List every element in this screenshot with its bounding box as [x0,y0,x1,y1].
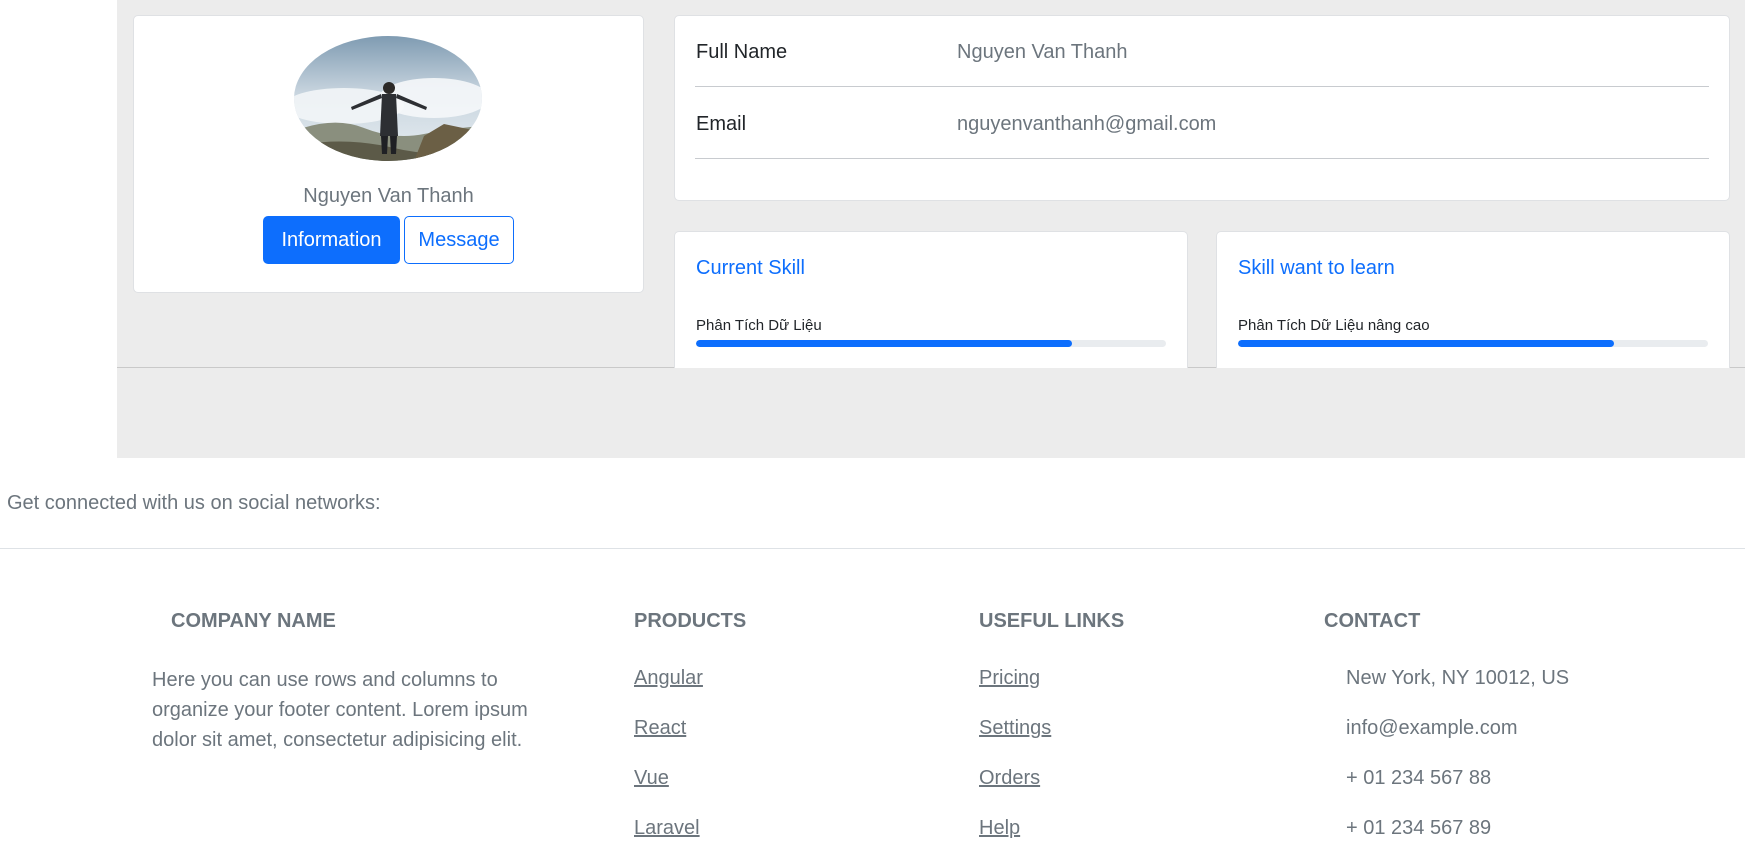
useful-link-orders[interactable]: Orders [979,767,1040,790]
profile-details-card: Full Name Nguyen Van Thanh Email nguyenv… [674,15,1730,201]
product-link-vue[interactable]: Vue [634,767,669,790]
current-skill-progress-bar [696,340,1166,347]
details-divider [695,86,1709,87]
product-link-react[interactable]: React [634,717,686,740]
current-skill-progress-fill [696,340,1072,347]
contact-phone: + 01 234 567 89 [1346,817,1492,839]
profile-card: Nguyen Van Thanh Information Message [133,15,644,293]
useful-links-heading: Useful links [979,610,1125,632]
details-divider [695,158,1709,159]
contact-phone: + 01 234 567 88 [1346,767,1492,789]
contact-heading: Contact [1324,610,1421,632]
avatar [294,36,482,161]
company-name-heading: Company name [171,610,336,632]
learn-skill-progress-fill [1238,340,1614,347]
social-networks-text: Get connected with us on social networks… [7,492,381,514]
products-heading: Products [634,610,747,632]
learn-skill-card: Skill want to learn Phân Tích Dữ Liệu nâ… [1216,231,1730,368]
product-link-laravel[interactable]: Laravel [634,817,700,840]
learn-skill-progress-bar [1238,340,1708,347]
contact-email: info@example.com [1346,717,1518,739]
footer-divider [0,548,1745,549]
useful-link-settings[interactable]: Settings [979,717,1051,740]
message-button[interactable]: Message [404,216,514,264]
full-name-value: Nguyen Van Thanh [957,41,1128,63]
useful-link-help[interactable]: Help [979,817,1020,840]
avatar-image [294,36,482,161]
information-button[interactable]: Information [263,216,400,264]
current-skill-card: Current Skill Phân Tích Dữ Liệu [674,231,1188,368]
profile-name: Nguyen Van Thanh [303,185,474,207]
contact-address: New York, NY 10012, US [1346,667,1570,689]
current-skill-title: Current Skill [696,257,805,279]
current-skill-name: Phân Tích Dữ Liệu [696,317,822,334]
learn-skill-title: Skill want to learn [1238,257,1395,279]
useful-link-pricing[interactable]: Pricing [979,667,1040,690]
email-value: nguyenvanthanh@gmail.com [957,113,1217,135]
product-link-angular[interactable]: Angular [634,667,703,690]
company-description: Here you can use rows and columns to org… [152,669,528,751]
learn-skill-name: Phân Tích Dữ Liệu nâng cao [1238,317,1430,334]
full-name-label: Full Name [696,41,788,63]
email-label: Email [696,113,747,135]
